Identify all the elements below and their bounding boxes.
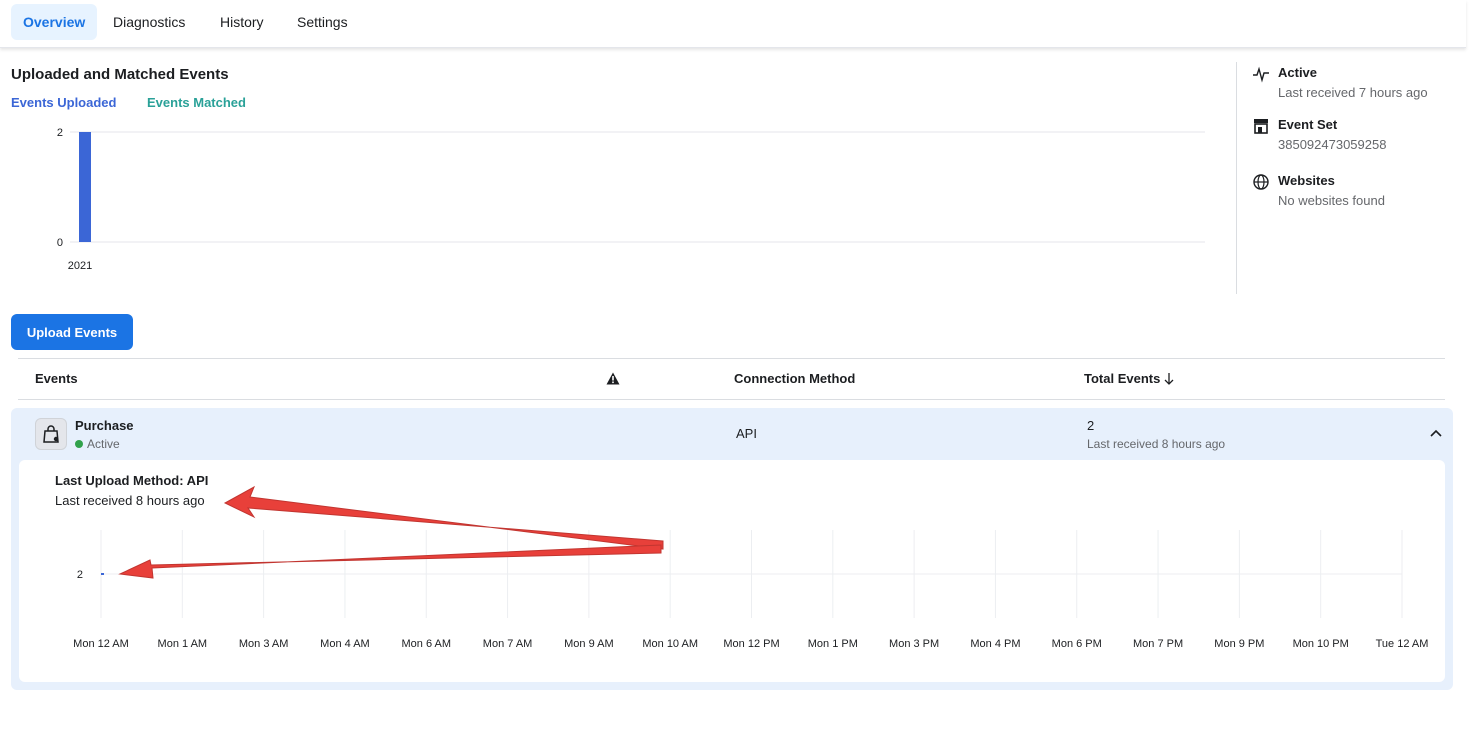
activity-icon [1253, 66, 1269, 83]
event-timeline-chart: Mon 12 AM Mon 1 AM Mon 3 AM Mon 4 AM Mon 6 A… [73, 530, 1429, 650]
event-connection-method: API [736, 426, 757, 441]
uploaded-matched-chart: 0 2 2021 [57, 127, 1205, 272]
bar [79, 132, 91, 242]
legend-events-matched[interactable]: Events Matched [147, 95, 246, 110]
x-tick-label: 2021 [68, 260, 92, 272]
x-tick-label: Mon 3 PM [889, 638, 939, 650]
panel-divider [1236, 62, 1237, 294]
detail-upload-method: Last Upload Method: API [55, 473, 209, 488]
chevron-up-icon[interactable] [1429, 426, 1443, 440]
info-websites-title: Websites [1278, 173, 1335, 188]
detail-last-received: Last received 8 hours ago [55, 493, 205, 508]
event-total: 2 [1087, 418, 1095, 433]
store-icon [1254, 119, 1268, 134]
info-active-title: Active [1278, 65, 1318, 80]
tab-bar: Overview Diagnostics History Settings [0, 0, 1466, 48]
header-total-events-label: Total Events [1084, 371, 1161, 386]
x-tick-label: Mon 6 AM [401, 638, 451, 650]
y-tick-label: 2 [57, 127, 63, 139]
shopping-bag-icon [35, 418, 67, 450]
x-tick-label: Mon 10 PM [1293, 638, 1349, 650]
x-tick-label: Mon 1 PM [808, 638, 858, 650]
events-table-header: Events Connection Method Total Events [18, 358, 1445, 400]
chart-title: Uploaded and Matched Events [11, 66, 229, 83]
info-active-sub: Last received 7 hours ago [1278, 85, 1428, 100]
event-detail-panel: Mon 12 AM Mon 1 AM Mon 3 AM Mon 4 AM Mon 6 A… [19, 460, 1445, 682]
y-tick-label: 0 [57, 237, 63, 249]
x-tick-label: Mon 10 AM [642, 638, 698, 650]
tab-overview[interactable]: Overview [11, 4, 98, 40]
x-tick-label: Mon 1 AM [158, 638, 208, 650]
event-status: Active [75, 437, 120, 451]
event-total-last-received: Last received 8 hours ago [1087, 437, 1226, 451]
x-tick-label: Mon 9 AM [564, 638, 614, 650]
header-events[interactable]: Events [35, 371, 78, 386]
warning-icon [606, 372, 620, 385]
x-tick-label: Mon 9 PM [1214, 638, 1264, 650]
x-tick-label: Mon 4 AM [320, 638, 370, 650]
x-tick-label: Mon 3 AM [239, 638, 289, 650]
upload-events-button[interactable]: Upload Events [11, 314, 133, 350]
header-connection-method[interactable]: Connection Method [734, 371, 855, 386]
x-tick-label: Mon 12 PM [723, 638, 779, 650]
tab-history[interactable]: History [208, 4, 276, 40]
x-tick-label: Tue 12 AM [1376, 638, 1429, 650]
tab-settings[interactable]: Settings [285, 4, 360, 40]
legend-events-uploaded[interactable]: Events Uploaded [11, 95, 116, 110]
header-total-events[interactable]: Total Events [1084, 371, 1174, 386]
globe-icon [1253, 174, 1269, 190]
event-row-purchase[interactable]: Purchase Active API 2 Last received 8 ho… [11, 408, 1453, 690]
x-tick-label: Mon 6 PM [1052, 638, 1102, 650]
info-event-set-title: Event Set [1278, 117, 1338, 132]
info-event-set-id: 385092473059258 [1278, 137, 1387, 152]
event-name: Purchase [75, 418, 134, 433]
x-tick-label: Mon 7 AM [483, 638, 533, 650]
x-tick-label: Mon 7 PM [1133, 638, 1183, 650]
sort-down-icon [1164, 373, 1174, 385]
event-status-label: Active [87, 437, 120, 451]
x-tick-label: Mon 4 PM [970, 638, 1020, 650]
tab-diagnostics[interactable]: Diagnostics [101, 4, 197, 40]
y-tick-label: 2 [77, 569, 83, 581]
info-websites-sub: No websites found [1278, 193, 1385, 208]
status-dot [75, 440, 83, 448]
x-tick-label: Mon 12 AM [73, 638, 129, 650]
